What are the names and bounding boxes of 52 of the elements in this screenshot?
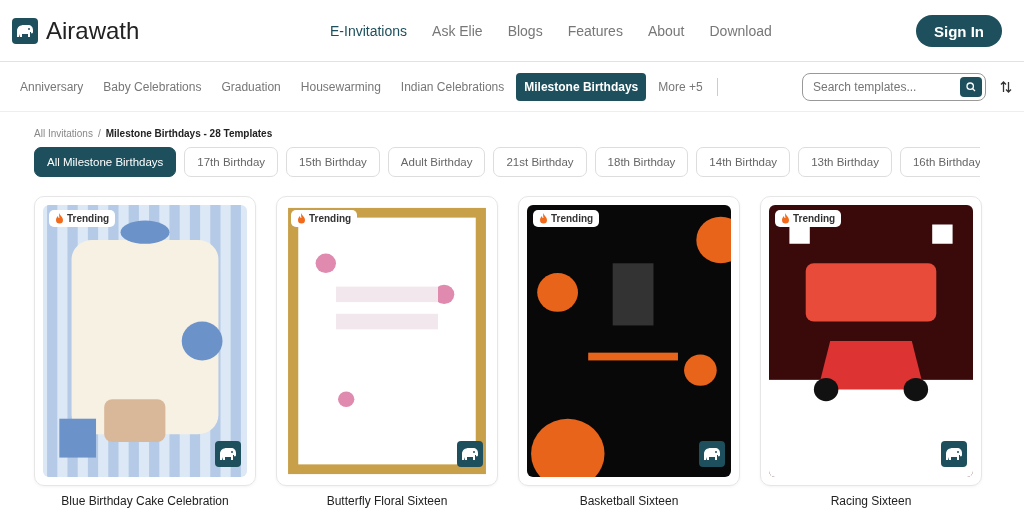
elephant-logo-icon	[457, 441, 483, 467]
elephant-logo-icon	[12, 17, 38, 44]
category-tab[interactable]: More +5	[650, 72, 711, 101]
sign-in-button[interactable]: Sign In	[916, 14, 1002, 47]
filter-chip[interactable]: 18th Birthday	[594, 147, 689, 177]
template-card[interactable]: Trending	[276, 196, 498, 486]
trending-badge: Trending	[49, 210, 116, 227]
elephant-logo-icon	[941, 441, 967, 467]
filter-chip[interactable]: All Milestone Birthdays	[34, 147, 177, 177]
breadcrumb-link[interactable]: All Invitations	[34, 128, 93, 139]
flame-icon	[297, 213, 306, 224]
category-tab[interactable]: Anniversary	[12, 72, 92, 101]
trending-badge: Trending	[775, 210, 842, 227]
filter-chip[interactable]: 16th Birthday	[899, 147, 980, 177]
template-title[interactable]: Blue Birthday Cake Celebration	[34, 494, 256, 508]
brand-name: Airawath	[46, 16, 140, 45]
nav-link[interactable]: Blogs	[507, 22, 543, 39]
template-card[interactable]: Trending	[518, 196, 740, 486]
nav-link[interactable]: E-Invitations	[330, 22, 408, 39]
nav-link[interactable]: Ask Elie	[432, 22, 483, 39]
category-tab[interactable]: Milestone Birthdays	[516, 72, 647, 101]
breadcrumb-separator: /	[97, 128, 101, 139]
breadcrumb-current: Milestone Birthdays - 28 Templates	[105, 128, 273, 139]
template-card[interactable]: Trending	[34, 196, 256, 486]
template-title[interactable]: Basketball Sixteen	[518, 494, 740, 508]
filter-chip[interactable]: Adult Birthday	[387, 147, 486, 177]
filter-chip[interactable]: 21st Birthday	[493, 147, 587, 177]
nav-link[interactable]: Download	[709, 22, 772, 39]
category-tab[interactable]: Baby Celebrations	[95, 72, 210, 101]
flame-icon	[55, 213, 64, 224]
nav-link[interactable]: Features	[567, 22, 623, 39]
template-card[interactable]: Trending	[760, 196, 982, 486]
filter-chip[interactable]: 13th Birthday	[798, 147, 892, 177]
category-tab[interactable]: Graduation	[213, 72, 289, 101]
nav-link[interactable]: About	[647, 22, 685, 39]
template-title[interactable]: Racing Sixteen	[760, 494, 982, 508]
elephant-logo-icon	[215, 441, 241, 467]
sort-icon[interactable]	[1000, 80, 1012, 93]
trending-badge: Trending	[291, 210, 358, 227]
elephant-logo-icon	[699, 441, 725, 467]
trending-badge: Trending	[533, 210, 600, 227]
search-button[interactable]	[960, 76, 982, 97]
category-tab[interactable]: Housewarming	[292, 72, 389, 101]
search-icon	[966, 81, 976, 92]
template-title[interactable]: Butterfly Floral Sixteen	[276, 494, 498, 508]
search-field[interactable]: Search templates...	[802, 72, 986, 101]
category-tab[interactable]: Indian Celebrations	[392, 72, 513, 101]
flame-icon	[781, 213, 790, 224]
flame-icon	[539, 213, 548, 224]
filter-chip[interactable]: 14th Birthday	[696, 147, 791, 177]
filter-chip[interactable]: 15th Birthday	[286, 147, 380, 177]
filter-chip[interactable]: 17th Birthday	[184, 147, 279, 177]
